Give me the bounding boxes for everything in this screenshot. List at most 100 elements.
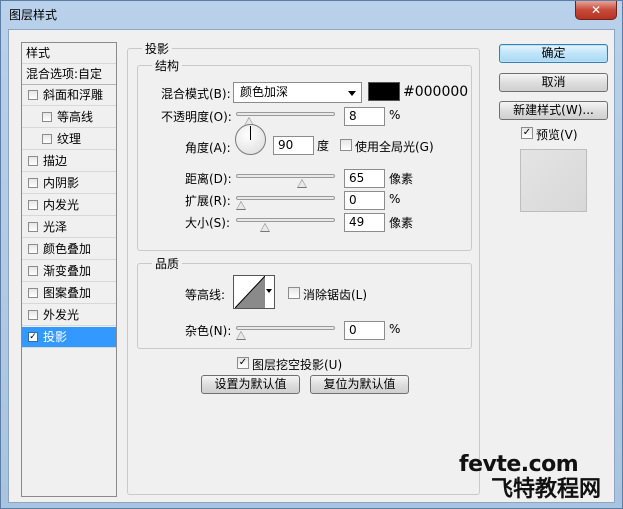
distance-slider-thumb[interactable] [297, 179, 308, 188]
shadow-color-swatch[interactable] [368, 82, 400, 101]
sidebar-item-checkbox[interactable] [28, 178, 38, 188]
quality-group: 品质 等高线: 消除锯齿(L) 杂色(N): 0 % [137, 255, 472, 349]
angle-label: 角度(A): [185, 141, 231, 155]
drop-shadow-title: 投影 [142, 40, 173, 57]
spread-label: 扩展(R): [185, 194, 231, 208]
opacity-slider-track[interactable] [236, 112, 335, 116]
sidebar-item-checkbox[interactable] [28, 156, 38, 166]
preview-label: 预览(V) [536, 128, 578, 142]
style-list-header[interactable]: 样式 [22, 43, 116, 64]
sidebar-item[interactable]: ✓ 投影 [22, 327, 116, 348]
title-bar[interactable]: 图层样式 ✕ [1, 1, 622, 29]
global-light-label: 使用全局光(G) [355, 140, 434, 154]
sidebar-item-label: 纹理 [57, 132, 82, 146]
sidebar-item[interactable]: 纹理 [22, 129, 116, 150]
preview-thumbnail [520, 149, 587, 212]
contour-label: 等高线: [185, 288, 226, 302]
opacity-field[interactable]: 8 [344, 107, 385, 126]
distance-label: 距离(D): [185, 172, 232, 186]
color-hex-value: #000000 [403, 84, 469, 100]
contour-preview-icon [235, 276, 265, 308]
size-field[interactable]: 49 [344, 213, 385, 232]
sidebar-item-label: 图案叠加 [43, 286, 92, 300]
ok-button[interactable]: 确定 [499, 44, 608, 63]
sidebar-item-label: 渐变叠加 [43, 264, 92, 278]
sidebar-item[interactable]: 外发光 [22, 305, 116, 326]
sidebar-item-label: 内发光 [43, 198, 80, 212]
contour-dropdown-arrow-icon [266, 289, 272, 293]
distance-slider-track[interactable] [236, 174, 335, 178]
antialias-label: 消除锯齿(L) [303, 288, 368, 302]
make-default-button[interactable]: 设置为默认值 [201, 375, 300, 394]
contour-picker[interactable] [233, 275, 275, 309]
sidebar-item-checkbox[interactable] [28, 266, 38, 276]
sidebar-item-checkbox[interactable] [28, 200, 38, 210]
sidebar-item-checkbox[interactable] [28, 288, 38, 298]
style-list: 样式 混合选项:自定 斜面和浮雕等高线纹理描边内阴影内发光光泽颜色叠加渐变叠加图… [21, 42, 117, 497]
sidebar-item-checkbox[interactable] [42, 112, 52, 122]
dialog-client: 样式 混合选项:自定 斜面和浮雕等高线纹理描边内阴影内发光光泽颜色叠加渐变叠加图… [8, 29, 615, 503]
sidebar-item-checkbox[interactable]: ✓ [28, 332, 38, 342]
angle-needle [250, 126, 251, 140]
close-button[interactable]: ✕ [575, 1, 617, 20]
chevron-down-icon [348, 91, 356, 96]
opacity-label: 不透明度(O): [161, 110, 232, 124]
angle-unit: 度 [317, 139, 330, 153]
blend-options-item[interactable]: 混合选项:自定 [22, 64, 116, 85]
structure-title: 结构 [152, 57, 183, 74]
sidebar-item-label: 内阴影 [43, 176, 80, 190]
noise-label: 杂色(N): [185, 324, 232, 338]
knockout-checkbox[interactable]: ✓ [237, 357, 249, 369]
spread-unit: % [389, 192, 401, 206]
sidebar-item-checkbox[interactable] [28, 244, 38, 254]
noise-field[interactable]: 0 [344, 321, 385, 340]
sidebar-item[interactable]: 颜色叠加 [22, 239, 116, 260]
sidebar-item[interactable]: 内阴影 [22, 173, 116, 194]
style-list-header-label: 样式 [26, 46, 51, 60]
size-slider-thumb[interactable] [259, 223, 270, 232]
blend-mode-select[interactable]: 颜色加深 [233, 82, 362, 103]
spread-field[interactable]: 0 [344, 191, 385, 210]
angle-dial[interactable] [235, 124, 266, 155]
angle-field[interactable]: 90 [273, 136, 314, 155]
preview-checkbox[interactable]: ✓ [521, 127, 533, 139]
watermark-line1: fevte.com [459, 452, 579, 477]
reset-default-button[interactable]: 复位为默认值 [310, 375, 409, 394]
blend-mode-value: 颜色加深 [240, 85, 289, 99]
sidebar-item[interactable]: 斜面和浮雕 [22, 85, 116, 106]
sidebar-item[interactable]: 等高线 [22, 107, 116, 128]
sidebar-item-checkbox[interactable] [28, 90, 38, 100]
cancel-button[interactable]: 取消 [499, 73, 608, 92]
noise-slider-track[interactable] [236, 326, 335, 330]
distance-unit: 像素 [389, 172, 414, 186]
sidebar-item-checkbox[interactable] [28, 222, 38, 232]
sidebar-item-label: 斜面和浮雕 [43, 88, 104, 102]
watermark-line2: 飞特教程网 [491, 477, 602, 502]
window-title: 图层样式 [9, 8, 58, 22]
opacity-unit: % [389, 108, 401, 122]
sidebar-item[interactable]: 光泽 [22, 217, 116, 238]
size-slider-track[interactable] [236, 218, 335, 222]
dialog-window: 图层样式 ✕ 样式 混合选项:自定 斜面和浮雕 等高线 纹理 描边 内阴影 内发光 光泽 颜色… [0, 0, 623, 509]
sidebar-item-checkbox[interactable] [42, 134, 52, 144]
size-label: 大小(S): [185, 216, 231, 230]
global-light-checkbox[interactable] [340, 139, 352, 151]
sidebar-item-label: 外发光 [43, 308, 80, 322]
spread-slider-track[interactable] [236, 196, 335, 200]
sidebar-item-checkbox[interactable] [28, 310, 38, 320]
quality-title: 品质 [152, 255, 183, 272]
sidebar-item[interactable]: 渐变叠加 [22, 261, 116, 282]
distance-field[interactable]: 65 [344, 169, 385, 188]
sidebar-item-label: 光泽 [43, 220, 68, 234]
sidebar-item[interactable]: 描边 [22, 151, 116, 172]
noise-slider-thumb[interactable] [236, 331, 246, 340]
sidebar-item[interactable]: 图案叠加 [22, 283, 116, 304]
antialias-checkbox[interactable] [288, 287, 300, 299]
drop-shadow-group: 投影 结构 混合模式(B): 颜色加深 #000000 不透明度(O): 8 %… [127, 40, 480, 495]
spread-slider-thumb[interactable] [236, 201, 246, 210]
sidebar-item[interactable]: 内发光 [22, 195, 116, 216]
watermark: fevte.com 飞特教程网 [459, 453, 601, 503]
sidebar-item-label: 颜色叠加 [43, 242, 92, 256]
sidebar-item-label: 投影 [43, 330, 68, 344]
new-style-button[interactable]: 新建样式(W)... [499, 101, 608, 120]
